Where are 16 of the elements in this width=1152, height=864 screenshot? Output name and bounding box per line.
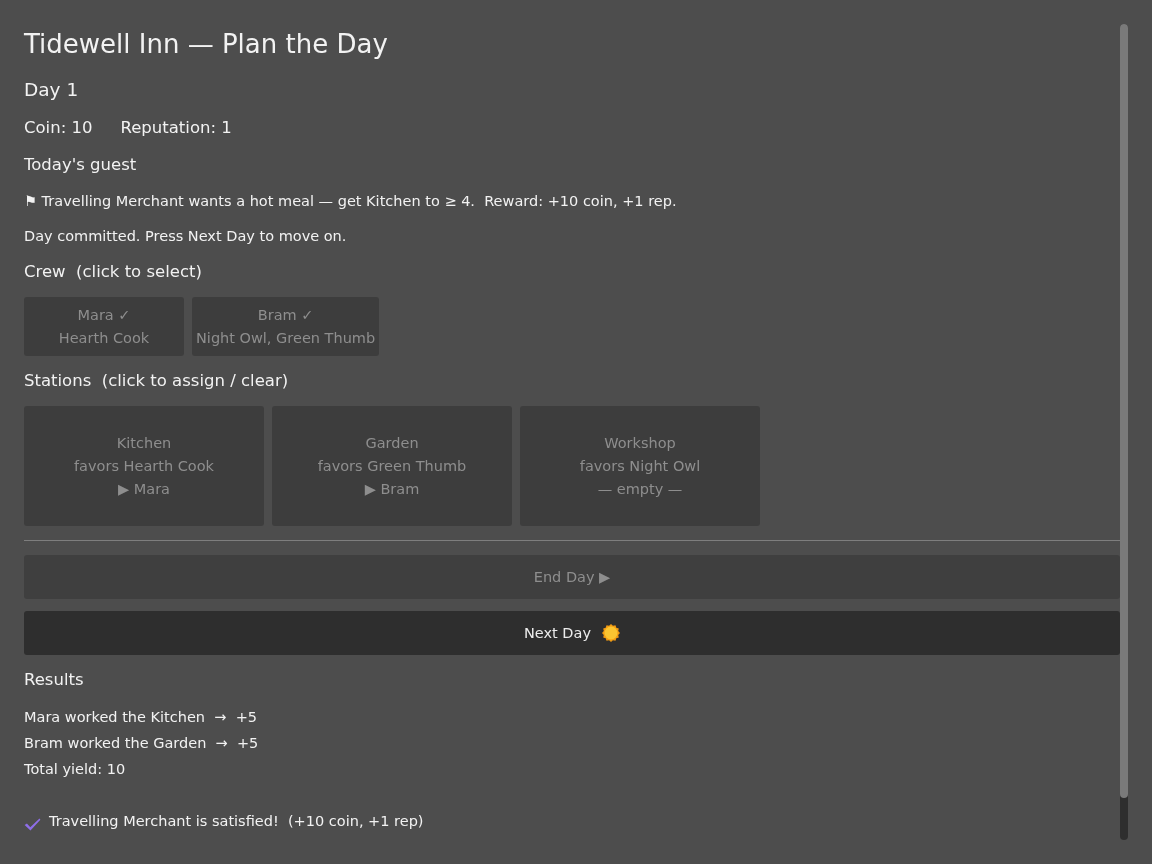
- stat-label: Reputation: 1: [120, 117, 232, 139]
- sun-icon: [602, 624, 620, 642]
- day-label: Day 1: [24, 78, 79, 102]
- guest-request: ⚑ Travelling Merchant wants a hot meal — get Kitchen to ≥ 4. Reward: +10 coin, +1 rep.: [24, 192, 677, 211]
- section-heading: Results: [24, 669, 84, 691]
- stat-label: Coin: 10: [24, 117, 93, 139]
- status-message: Day committed. Press Next Day to move on.: [24, 227, 347, 246]
- section-heading: Today's guest: [24, 154, 137, 176]
- result-line: Mara worked the Kitchen → +5: [24, 708, 258, 727]
- result-line: Bram worked the Garden → +5: [24, 734, 259, 753]
- section-heading: Crew (click to select): [24, 261, 202, 283]
- page-title: Tidewell Inn — Plan the Day: [24, 28, 388, 61]
- action-button[interactable]: Next Day: [24, 611, 1120, 655]
- outcome-message: Travelling Merchant is satisfied! (+10 coin, +1 rep): [49, 812, 424, 831]
- result-line: Total yield: 10: [24, 760, 126, 779]
- section-heading: Stations (click to assign / clear): [24, 370, 289, 392]
